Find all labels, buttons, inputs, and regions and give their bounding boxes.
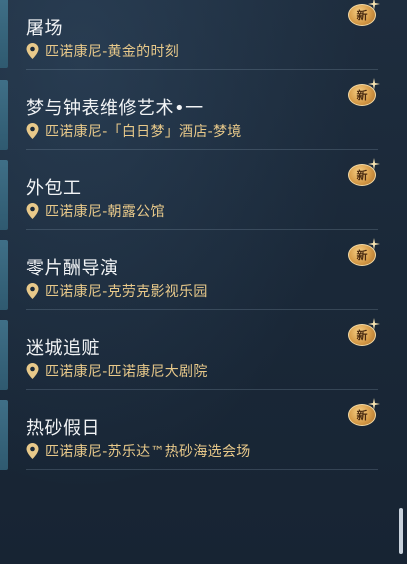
event-list-item[interactable]: 屠场 匹诺康尼-黄金的时刻 新 (0, 0, 380, 70)
event-location: 匹诺康尼-朝露公馆 (26, 202, 165, 220)
item-divider (26, 469, 378, 470)
item-accent-bar (0, 240, 8, 310)
event-title: 零片酬导演 (26, 258, 119, 279)
item-accent-bar (0, 320, 8, 390)
event-list-item[interactable]: 迷城追赃 匹诺康尼-匹诺康尼大剧院 新 (0, 318, 380, 390)
new-badge-icon: 新 (348, 318, 380, 346)
sparkle-icon (368, 238, 380, 250)
location-pin-icon (26, 363, 39, 379)
new-badge-label: 新 (356, 9, 368, 22)
item-divider (26, 69, 378, 70)
item-accent-bar (0, 0, 8, 68)
location-pin-icon (26, 203, 39, 219)
sparkle-icon (368, 78, 380, 90)
scrollbar-thumb[interactable] (399, 508, 403, 554)
event-location: 匹诺康尼-匹诺康尼大剧院 (26, 362, 208, 380)
event-location-text: 匹诺康尼-苏乐达™热砂海选会场 (45, 444, 251, 460)
event-location-text: 匹诺康尼-黄金的时刻 (45, 44, 180, 60)
event-list-item[interactable]: 外包工 匹诺康尼-朝露公馆 新 (0, 158, 380, 230)
event-title: 迷城追赃 (26, 338, 100, 359)
item-divider (26, 389, 378, 390)
location-pin-icon (26, 443, 39, 459)
sparkle-icon (368, 158, 380, 170)
location-pin-icon (26, 43, 39, 59)
new-badge-label: 新 (356, 409, 368, 422)
item-accent-bar (0, 400, 8, 470)
event-list-item[interactable]: 梦与钟表维修艺术•一 匹诺康尼-「白日梦」酒店-梦境 新 (0, 78, 380, 150)
new-badge-icon: 新 (348, 158, 380, 186)
new-badge-icon: 新 (348, 398, 380, 426)
new-badge-label: 新 (356, 89, 368, 102)
event-location-text: 匹诺康尼-朝露公馆 (45, 204, 165, 220)
event-title: 热砂假日 (26, 418, 100, 439)
event-location: 匹诺康尼-黄金的时刻 (26, 42, 179, 60)
event-location-text: 匹诺康尼-「白日梦」酒店-梦境 (45, 124, 242, 140)
item-divider (26, 149, 378, 150)
new-badge-icon: 新 (348, 78, 380, 106)
event-location: 匹诺康尼-苏乐达™热砂海选会场 (26, 442, 251, 460)
item-accent-bar (0, 160, 8, 230)
event-location: 匹诺康尼-「白日梦」酒店-梦境 (26, 122, 242, 140)
item-accent-bar (0, 80, 8, 150)
event-location-text: 匹诺康尼-克劳克影视乐园 (45, 284, 208, 300)
new-badge-icon: 新 (348, 0, 380, 26)
sparkle-icon (368, 0, 380, 10)
new-badge-label: 新 (356, 169, 368, 182)
event-location: 匹诺康尼-克劳克影视乐园 (26, 282, 208, 300)
sparkle-icon (368, 318, 380, 330)
event-list-item[interactable]: 热砂假日 匹诺康尼-苏乐达™热砂海选会场 新 (0, 398, 380, 470)
event-title: 屠场 (26, 18, 63, 39)
sparkle-icon (368, 398, 380, 410)
item-divider (26, 229, 378, 230)
new-badge-label: 新 (356, 249, 368, 262)
event-list-item[interactable]: 零片酬导演 匹诺康尼-克劳克影视乐园 新 (0, 238, 380, 310)
new-badge-icon: 新 (348, 238, 380, 266)
location-pin-icon (26, 283, 39, 299)
event-title: 外包工 (26, 178, 82, 199)
event-title: 梦与钟表维修艺术•一 (26, 98, 204, 119)
new-badge-label: 新 (356, 329, 368, 342)
event-location-text: 匹诺康尼-匹诺康尼大剧院 (45, 364, 208, 380)
location-pin-icon (26, 123, 39, 139)
item-divider (26, 309, 378, 310)
